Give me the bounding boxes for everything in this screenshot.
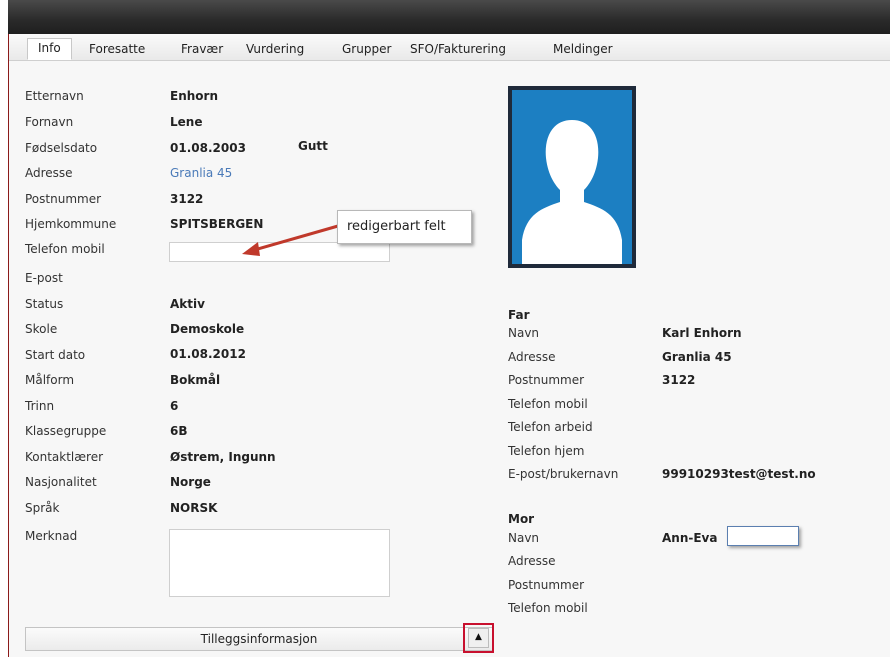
annotation-callout: redigerbart felt [337, 210, 472, 244]
avatar-silhouette-icon [522, 120, 622, 264]
nasjonalitet-label: Nasjonalitet [25, 475, 97, 489]
adresse-link[interactable]: Granlia 45 [170, 166, 232, 180]
nasjonalitet-value: Norge [170, 475, 211, 489]
skole-value: Demoskole [170, 322, 245, 336]
mor-navn-value: Ann-Eva [662, 531, 718, 545]
tab-sfo-fakturering[interactable]: SFO/Fakturering [410, 40, 506, 60]
far-telefon-mobil-label: Telefon mobil [508, 397, 588, 411]
far-telefon-arbeid-label: Telefon arbeid [508, 420, 593, 434]
klassegruppe-value: 6B [170, 424, 188, 438]
tilleggsinformasjon-bar[interactable]: Tilleggsinformasjon [25, 627, 493, 651]
far-navn-value: Karl Enhorn [662, 326, 742, 340]
kontaktlaerer-label: Kontaktlærer [25, 450, 104, 464]
title-bar [8, 0, 890, 34]
postnummer-label: Postnummer [25, 192, 102, 206]
epost-label: E-post [25, 271, 63, 285]
fodselsdato-value: 01.08.2003 [170, 141, 246, 155]
trinn-label: Trinn [25, 399, 55, 413]
skole-label: Skole [25, 322, 58, 336]
far-adresse-label: Adresse [508, 350, 556, 364]
tab-vurdering[interactable]: Vurdering [246, 40, 304, 60]
tab-meldinger[interactable]: Meldinger [553, 40, 613, 60]
malform-label: Målform [25, 373, 75, 387]
fornavn-label: Fornavn [25, 115, 74, 129]
malform-value: Bokmål [170, 373, 221, 387]
status-label: Status [25, 297, 64, 311]
etternavn-value: Enhorn [170, 89, 218, 103]
far-epost-label: E-post/brukernavn [508, 467, 619, 481]
annotation-arrow-icon [242, 224, 339, 256]
info-panel [9, 61, 890, 657]
startdato-label: Start dato [25, 348, 86, 362]
tab-bar: Info Foresatte Fravær Vurdering Grupper … [9, 34, 890, 61]
etternavn-label: Etternavn [25, 89, 84, 103]
kjonn-value: Gutt [298, 139, 328, 153]
tab-info[interactable]: Info [27, 38, 72, 60]
far-adresse-value: Granlia 45 [662, 350, 732, 364]
far-title: Far [508, 308, 530, 322]
fodselsdato-label: Fødselsdato [25, 141, 98, 155]
far-postnummer-label: Postnummer [508, 373, 585, 387]
mor-adresse-label: Adresse [508, 554, 556, 568]
trinn-value: 6 [170, 399, 179, 413]
mor-telefon-mobil-label: Telefon mobil [508, 601, 588, 615]
mor-postnummer-label: Postnummer [508, 578, 585, 592]
mor-title: Mor [508, 512, 535, 526]
merknad-textarea[interactable] [169, 529, 390, 597]
far-epost-value: 99910293test@test.no [662, 467, 816, 481]
tab-foresatte[interactable]: Foresatte [89, 40, 145, 60]
sprak-value: NORSK [170, 501, 218, 515]
kontaktlaerer-value: Østrem, Ingunn [170, 450, 276, 464]
triangle-up-icon: ▲ [468, 628, 489, 648]
status-value: Aktiv [170, 297, 205, 311]
hjemkommune-label: Hjemkommune [25, 217, 117, 231]
adresse-label: Adresse [25, 166, 73, 180]
far-telefon-hjem-label: Telefon hjem [508, 444, 585, 458]
student-photo [508, 86, 636, 268]
merknad-label: Merknad [25, 529, 78, 543]
tab-fravaer[interactable]: Fravær [181, 40, 223, 60]
klassegruppe-label: Klassegruppe [25, 424, 107, 438]
far-navn-label: Navn [508, 326, 540, 340]
far-postnummer-value: 3122 [662, 373, 696, 387]
telefon-mobil-label: Telefon mobil [25, 242, 105, 256]
mor-navn-label: Navn [508, 531, 540, 545]
mor-navn-input[interactable] [727, 526, 799, 546]
startdato-value: 01.08.2012 [170, 347, 246, 361]
collapse-toggle-button[interactable]: ▲ [463, 623, 494, 653]
tab-grupper[interactable]: Grupper [342, 40, 391, 60]
fornavn-value: Lene [170, 115, 203, 129]
sprak-label: Språk [25, 501, 60, 515]
postnummer-value: 3122 [170, 192, 204, 206]
